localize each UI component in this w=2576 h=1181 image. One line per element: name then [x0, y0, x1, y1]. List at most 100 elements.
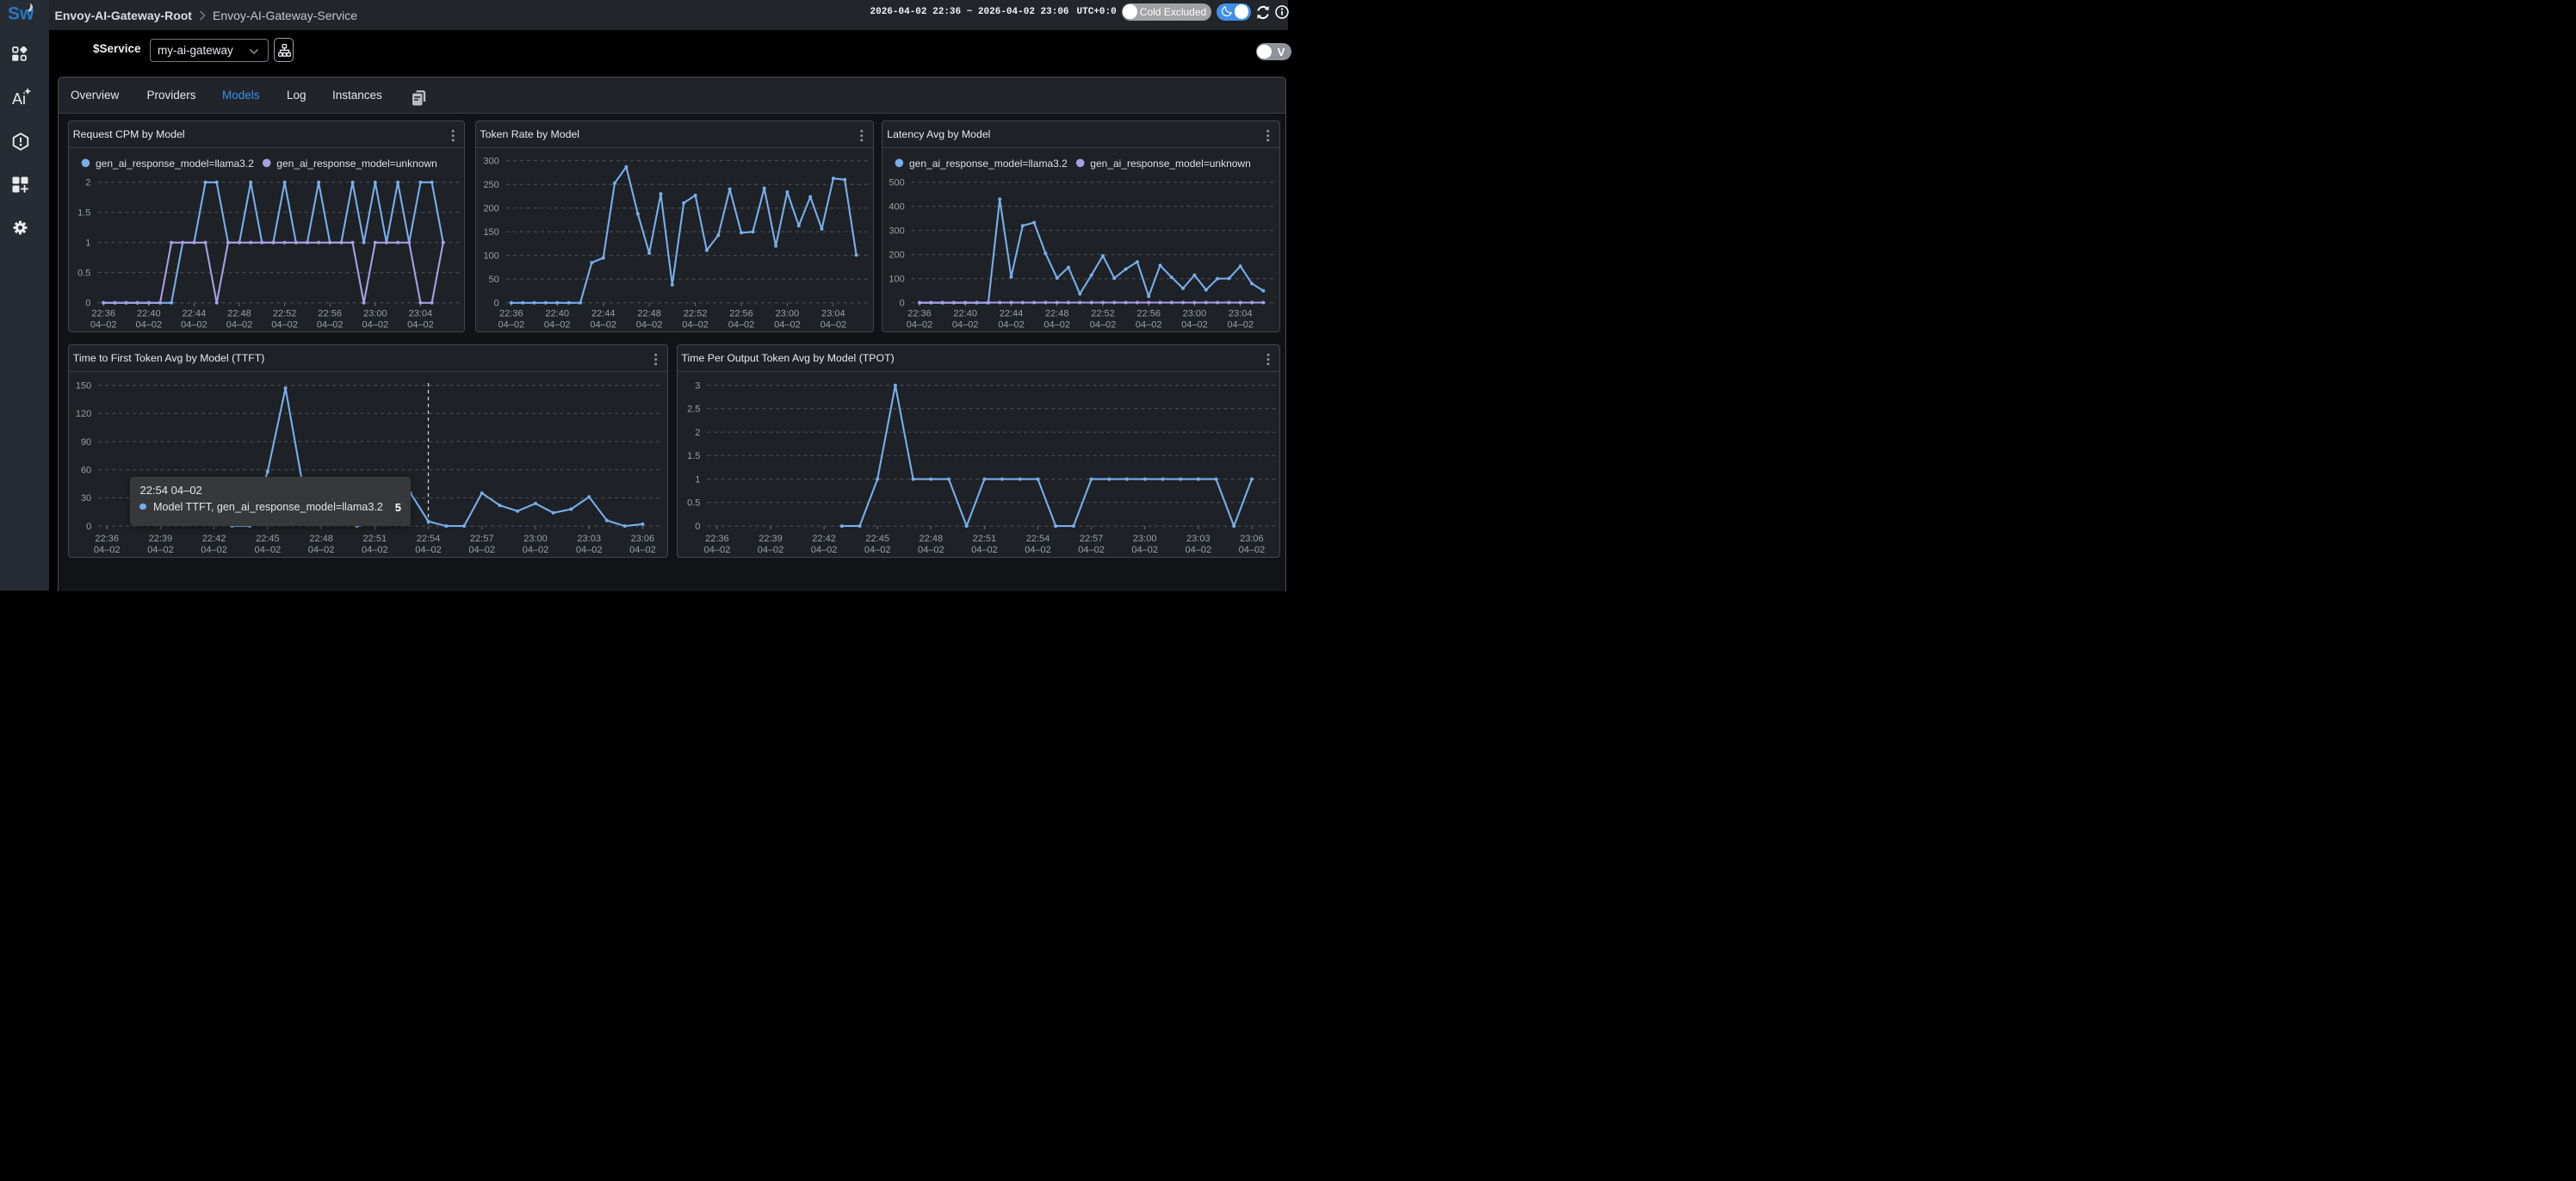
svg-text:120: 120 — [76, 410, 91, 420]
svg-text:04–02: 04–02 — [543, 320, 570, 331]
svg-text:22:57: 22:57 — [470, 534, 494, 544]
svg-text:22:42: 22:42 — [812, 534, 836, 544]
svg-text:04–02: 04–02 — [1136, 320, 1162, 331]
svg-text:Sw: Sw — [8, 4, 34, 24]
svg-text:23:04: 23:04 — [1229, 309, 1253, 319]
svg-text:04–02: 04–02 — [1131, 545, 1158, 555]
svg-text:22:39: 22:39 — [148, 534, 172, 544]
svg-text:22:45: 22:45 — [865, 534, 889, 544]
svg-text:04–02: 04–02 — [271, 320, 298, 331]
svg-text:22:52: 22:52 — [273, 309, 297, 319]
svg-text:200: 200 — [483, 204, 498, 214]
svg-text:04–02: 04–02 — [415, 545, 442, 555]
svg-text:04–02: 04–02 — [254, 545, 281, 555]
svg-text:100: 100 — [889, 275, 905, 285]
svg-text:22:52: 22:52 — [1092, 309, 1116, 319]
svg-text:04–02: 04–02 — [1025, 545, 1051, 555]
svg-text:500: 500 — [889, 178, 905, 189]
svg-text:23:00: 23:00 — [775, 309, 799, 319]
svg-text:04–02: 04–02 — [362, 320, 388, 331]
svg-text:04–02: 04–02 — [774, 320, 801, 331]
svg-text:23:00: 23:00 — [1183, 309, 1207, 319]
svg-text:22:40: 22:40 — [954, 309, 978, 319]
svg-text:0: 0 — [900, 299, 905, 309]
svg-text:3: 3 — [695, 381, 700, 392]
svg-text:0: 0 — [85, 299, 90, 309]
svg-text:04–02: 04–02 — [918, 545, 944, 555]
svg-text:04–02: 04–02 — [728, 320, 754, 331]
svg-text:23:00: 23:00 — [523, 534, 548, 544]
svg-text:gen_ai_response_model=llama3.2: gen_ai_response_model=llama3.2 — [96, 158, 254, 170]
svg-text:22:54: 22:54 — [1025, 534, 1050, 544]
svg-text:22:51: 22:51 — [362, 534, 387, 544]
svg-text:04–02: 04–02 — [135, 320, 162, 331]
svg-text:22:51: 22:51 — [972, 534, 996, 544]
svg-text:22:48: 22:48 — [309, 534, 333, 544]
svg-text:1: 1 — [85, 238, 90, 249]
svg-text:04–02: 04–02 — [590, 320, 616, 331]
svg-text:23:06: 23:06 — [1240, 534, 1264, 544]
svg-text:04–02: 04–02 — [629, 545, 656, 555]
svg-text:22:36: 22:36 — [91, 309, 115, 319]
svg-text:04–02: 04–02 — [1185, 545, 1211, 555]
svg-text:04–02: 04–02 — [468, 545, 495, 555]
svg-text:200: 200 — [889, 250, 905, 261]
svg-text:04–02: 04–02 — [907, 320, 933, 331]
svg-text:04–02: 04–02 — [94, 545, 121, 555]
svg-text:2.5: 2.5 — [687, 405, 700, 415]
svg-text:04–02: 04–02 — [810, 545, 837, 555]
svg-text:04–02: 04–02 — [181, 320, 207, 331]
svg-text:04–02: 04–02 — [1044, 320, 1071, 331]
svg-text:04–02: 04–02 — [226, 320, 253, 331]
svg-text:1.5: 1.5 — [77, 208, 90, 219]
svg-text:22:36: 22:36 — [908, 309, 932, 319]
svg-text:22:54: 22:54 — [417, 534, 441, 544]
svg-text:22:36: 22:36 — [95, 534, 119, 544]
svg-text:04–02: 04–02 — [1090, 320, 1117, 331]
svg-text:04–02: 04–02 — [1228, 320, 1254, 331]
svg-text:22:52: 22:52 — [683, 309, 707, 319]
svg-text:04–02: 04–02 — [308, 545, 335, 555]
svg-text:04–02: 04–02 — [523, 545, 549, 555]
svg-text:04–02: 04–02 — [498, 320, 524, 331]
svg-text:22:40: 22:40 — [545, 309, 569, 319]
svg-text:0: 0 — [86, 522, 91, 532]
svg-text:gen_ai_response_model=llama3.2: gen_ai_response_model=llama3.2 — [909, 158, 1068, 170]
svg-text:50: 50 — [488, 275, 498, 285]
svg-text:04–02: 04–02 — [952, 320, 979, 331]
svg-text:04–02: 04–02 — [362, 545, 388, 555]
svg-text:22:56: 22:56 — [1137, 309, 1161, 319]
svg-text:22:44: 22:44 — [591, 309, 615, 319]
svg-text:gen_ai_response_model=unknown: gen_ai_response_model=unknown — [276, 158, 437, 170]
svg-text:300: 300 — [483, 157, 498, 167]
svg-text:04–02: 04–02 — [576, 545, 603, 555]
svg-text:90: 90 — [81, 437, 91, 448]
svg-text:gen_ai_response_model=unknown: gen_ai_response_model=unknown — [1091, 158, 1251, 170]
svg-text:0.5: 0.5 — [687, 498, 700, 509]
svg-text:22:42: 22:42 — [202, 534, 226, 544]
svg-text:150: 150 — [76, 381, 91, 392]
svg-text:100: 100 — [483, 251, 498, 262]
svg-text:0: 0 — [695, 522, 700, 532]
svg-text:22:48: 22:48 — [919, 534, 943, 544]
svg-text:22:36: 22:36 — [499, 309, 523, 319]
svg-text:04–02: 04–02 — [703, 545, 730, 555]
svg-text:23:04: 23:04 — [821, 309, 845, 319]
svg-text:1: 1 — [695, 475, 700, 485]
svg-text:250: 250 — [483, 180, 498, 190]
svg-text:22:48: 22:48 — [1045, 309, 1069, 319]
svg-text:22:39: 22:39 — [759, 534, 783, 544]
svg-text:400: 400 — [889, 202, 905, 213]
svg-text:2: 2 — [85, 178, 90, 189]
svg-text:22:44: 22:44 — [182, 309, 206, 319]
svg-text:22:44: 22:44 — [1000, 309, 1024, 319]
svg-text:04–02: 04–02 — [682, 320, 709, 331]
svg-text:Ai: Ai — [12, 90, 26, 105]
svg-text:04–02: 04–02 — [147, 545, 174, 555]
svg-text:23:03: 23:03 — [1186, 534, 1211, 544]
svg-text:300: 300 — [889, 226, 905, 237]
svg-text:23:00: 23:00 — [363, 309, 387, 319]
svg-text:22:48: 22:48 — [227, 309, 251, 319]
svg-text:22:36: 22:36 — [705, 534, 729, 544]
svg-text:04–02: 04–02 — [864, 545, 890, 555]
